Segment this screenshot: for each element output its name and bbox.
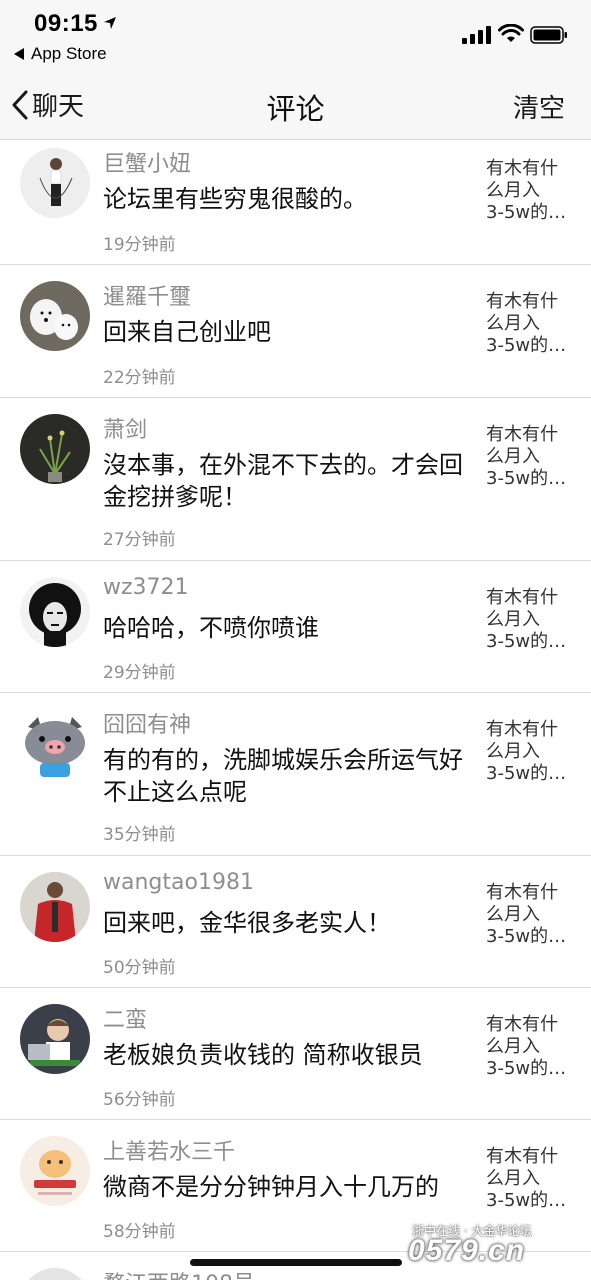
comment-time: 56分钟前 xyxy=(103,1090,176,1110)
ref-line: 3-5w的… xyxy=(486,468,567,489)
avatar-orchid-plant-image xyxy=(20,414,90,484)
avatar-man-red-jacket-image xyxy=(20,872,90,942)
ref-line: 3-5w的… xyxy=(486,1190,567,1211)
comment-text: 论坛里有些穷鬼很酸的。 xyxy=(103,185,367,213)
comment-row[interactable]: 囧囧有神 有的有的，洗脚城娱乐会所运气好不止这么点呢 35分钟前 有木有什 么月… xyxy=(0,693,591,856)
avatar[interactable] xyxy=(20,148,90,218)
avatar[interactable] xyxy=(20,414,90,484)
comment-row[interactable]: 二蛮 老板娘负责收钱的 简称收银员 56分钟前 有木有什 么月入 3-5w的… xyxy=(0,988,591,1120)
comment-text: 回来吧，金华很多老实人！ xyxy=(103,909,391,937)
comment-row[interactable]: wangtao1981 回来吧，金华很多老实人！ 50分钟前 有木有什 么月入 … xyxy=(0,856,591,988)
wifi-icon xyxy=(498,24,524,42)
referenced-post-preview[interactable]: 有木有什 么月入 3-5w的… xyxy=(486,587,578,653)
avatar-cartoon-badge-image xyxy=(20,1136,90,1206)
ref-line: 有木有什 xyxy=(486,1146,558,1167)
comment-text: 老板娘负责收钱的 简称收银员 xyxy=(103,1041,423,1069)
comment-author[interactable]: wangtao1981 xyxy=(103,870,254,895)
navigation-bar: 聊天 评论 清空 xyxy=(0,70,591,140)
referenced-post-preview[interactable]: 有木有什 么月入 3-5w的… xyxy=(486,719,578,785)
ref-line: 3-5w的… xyxy=(486,763,567,784)
referenced-post-preview[interactable]: 有木有什 么月入 3-5w的… xyxy=(486,1146,578,1212)
comment-text: 回来自己创业吧 xyxy=(103,318,271,346)
comment-row[interactable]: 暹羅千璽 回来自己创业吧 22分钟前 有木有什 么月入 3-5w的… xyxy=(0,265,591,398)
referenced-post-preview[interactable]: 有木有什 么月入 3-5w的… xyxy=(486,158,578,224)
ref-line: 3-5w的… xyxy=(486,1058,567,1079)
ref-line: 有木有什 xyxy=(486,882,558,903)
comment-row[interactable]: 萧剑 沒本事，在外混不下去的。才会回金挖拼爹呢！ 27分钟前 有木有什 么月入 … xyxy=(0,398,591,561)
comment-time: 58分钟前 xyxy=(103,1222,176,1242)
ref-line: 么月入 xyxy=(486,313,540,334)
ref-line: 有木有什 xyxy=(486,158,558,179)
ref-line: 么月入 xyxy=(486,1168,540,1189)
ref-line: 么月入 xyxy=(486,904,540,925)
avatar[interactable] xyxy=(20,1268,90,1280)
watermark-logo: 0579.cn xyxy=(408,1234,526,1267)
site-watermark: 浙中在线 · 大金华论坛 0579.cn xyxy=(408,1222,583,1272)
ref-line: 有木有什 xyxy=(486,291,558,312)
avatar-woman-jumprope-image xyxy=(20,148,90,218)
clear-button[interactable]: 清空 xyxy=(513,88,565,125)
avatar[interactable] xyxy=(20,281,90,351)
referenced-post-preview[interactable]: 有木有什 么月入 3-5w的… xyxy=(486,1014,578,1080)
ref-line: 么月入 xyxy=(486,446,540,467)
cellular-signal-icon xyxy=(462,26,491,44)
ref-line: 么月入 xyxy=(486,741,540,762)
avatar[interactable] xyxy=(20,709,90,779)
avatar-child-with-laptop-image xyxy=(20,1004,90,1074)
comment-row[interactable]: wz3721 哈哈哈，不喷你喷谁 29分钟前 有木有什 么月入 3-5w的… xyxy=(0,561,591,693)
page-title: 评论 xyxy=(266,92,325,126)
ref-line: 有木有什 xyxy=(486,1014,558,1035)
ref-line: 么月入 xyxy=(486,609,540,630)
comment-author[interactable]: 暹羅千璽 xyxy=(103,279,191,311)
back-triangle-icon xyxy=(14,48,24,60)
ref-line: 有木有什 xyxy=(486,424,558,445)
comment-time: 19分钟前 xyxy=(103,235,176,255)
ref-line: 有木有什 xyxy=(486,719,558,740)
comment-author[interactable]: 囧囧有神 xyxy=(103,707,191,739)
comment-text: 沒本事，在外混不下去的。才会回金挖拼爹呢！ xyxy=(103,451,463,511)
ref-line: 么月入 xyxy=(486,1036,540,1057)
comment-time: 35分钟前 xyxy=(103,825,176,845)
comment-time: 22分钟前 xyxy=(103,368,176,388)
referenced-post-preview[interactable]: 有木有什 么月入 3-5w的… xyxy=(486,424,578,490)
referenced-post-preview[interactable]: 有木有什 么月入 3-5w的… xyxy=(486,291,578,357)
avatar-image xyxy=(20,1268,90,1280)
avatar[interactable] xyxy=(20,872,90,942)
comment-author[interactable]: 巨蟹小妞 xyxy=(103,146,191,178)
back-to-app-store[interactable]: App Store xyxy=(14,44,107,64)
comment-text: 哈哈哈，不喷你喷谁 xyxy=(103,614,319,642)
home-indicator[interactable] xyxy=(190,1259,402,1266)
ref-line: 么月入 xyxy=(486,180,540,201)
status-bar: 09:15 App Store xyxy=(0,0,591,70)
avatar[interactable] xyxy=(20,1004,90,1074)
comment-time: 29分钟前 xyxy=(103,663,176,683)
ref-line: 有木有什 xyxy=(486,587,558,608)
comment-author[interactable]: 婺江西路108号 xyxy=(103,1266,255,1280)
ref-line: 3-5w的… xyxy=(486,631,567,652)
battery-icon xyxy=(530,26,567,44)
avatar-cartoon-pig-image xyxy=(20,709,90,779)
comment-author[interactable]: 二蛮 xyxy=(103,1002,147,1034)
comment-time: 50分钟前 xyxy=(103,958,176,978)
comment-author[interactable]: 萧剑 xyxy=(103,412,147,444)
comment-text: 有的有的，洗脚城娱乐会所运气好不止这么点呢 xyxy=(103,746,463,806)
location-arrow-icon xyxy=(104,17,116,29)
avatar-afro-portrait-image xyxy=(20,577,90,647)
back-app-label: App Store xyxy=(31,44,107,63)
screen: 09:15 App Store 聊天 评论 清空 巨蟹小妞 论坛里有些穷鬼很酸的… xyxy=(0,0,591,1280)
comment-time: 27分钟前 xyxy=(103,530,176,550)
avatar-white-dogs-image xyxy=(20,281,90,351)
status-time: 09:15 xyxy=(34,10,98,37)
ref-line: 3-5w的… xyxy=(486,926,567,947)
avatar[interactable] xyxy=(20,577,90,647)
ref-line: 3-5w的… xyxy=(486,335,567,356)
comment-author[interactable]: wz3721 xyxy=(103,575,189,600)
ref-line: 3-5w的… xyxy=(486,202,567,223)
avatar[interactable] xyxy=(20,1136,90,1206)
referenced-post-preview[interactable]: 有木有什 么月入 3-5w的… xyxy=(486,882,578,948)
comment-text: 微商不是分分钟钟月入十几万的 xyxy=(103,1173,439,1201)
comment-row[interactable]: 巨蟹小妞 论坛里有些穷鬼很酸的。 19分钟前 有木有什 么月入 3-5w的… xyxy=(0,140,591,265)
comment-author[interactable]: 上善若水三千 xyxy=(103,1134,235,1166)
